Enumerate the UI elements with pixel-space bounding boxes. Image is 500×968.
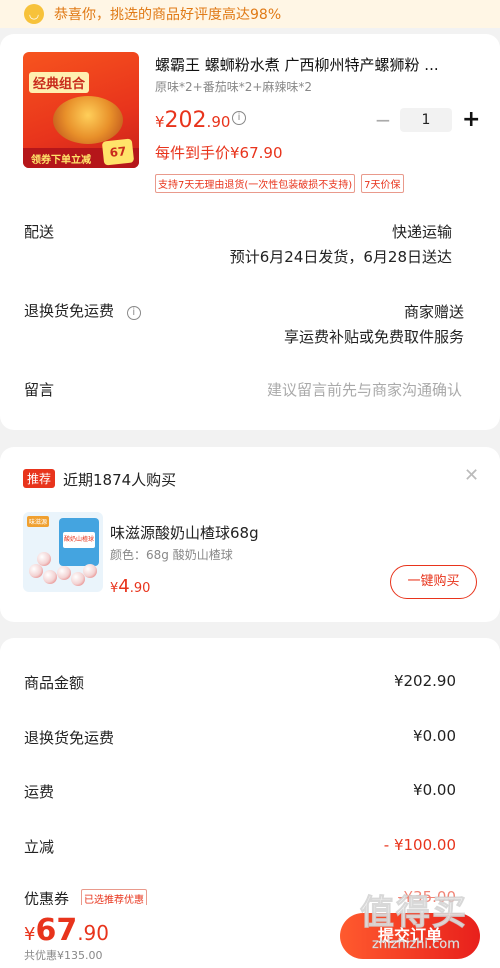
order-item-card: 经典组合 领券下单立减 67 螺霸王 螺蛳粉水煮 广西柳州特产螺狮粉 ... 原… (0, 34, 500, 430)
quantity-stepper: − 1 + (374, 107, 481, 132)
recommend-card: 推荐 近期1874人购买 ✕ 味滋源 酸奶山楂球 味滋源酸奶山楂球68g 颜色：… (0, 447, 500, 622)
hawthorn-ball (57, 566, 71, 580)
return-shipping-label: 退换货免运费 i (24, 300, 141, 321)
recommend-item-name[interactable]: 味滋源酸奶山楂球68g (110, 522, 259, 543)
quantity-value[interactable]: 1 (400, 107, 452, 132)
brand-label: 味滋源 (27, 516, 50, 527)
score-banner: ◡ 恭喜你，挑选的商品好评度高达98% (0, 0, 500, 28)
message-input[interactable]: 建议留言前先与商家沟通确认 (267, 379, 462, 400)
info-icon[interactable]: i (126, 306, 141, 320)
submit-order-button[interactable]: 提交订单 (340, 913, 480, 959)
noodle-bowl-graphic (53, 96, 123, 144)
summary-value: ¥202.90 (393, 672, 456, 690)
final-unit-price: 每件到手价¥67.90 (155, 144, 283, 162)
close-icon[interactable]: ✕ (464, 465, 479, 486)
recommend-item-image[interactable]: 味滋源 酸奶山楂球 (23, 512, 103, 592)
delivery-label: 配送 (24, 223, 55, 241)
hawthorn-ball (37, 552, 51, 566)
product-image-tag: 经典组合 (29, 72, 90, 93)
summary-label: 运费 (24, 783, 55, 801)
product-spec[interactable]: 原味*2+番茄味*2+麻辣味*2 (155, 78, 312, 95)
plus-icon[interactable]: + (462, 107, 480, 132)
return-policy-tag: 支持7天无理由退货(一次性包装破损不支持) (155, 174, 356, 193)
package-graphic: 酸奶山楂球 (59, 518, 99, 566)
summary-value: ¥0.00 (413, 781, 456, 799)
delivery-estimate: 预计6月24日发货，6月28日送达 (229, 248, 452, 266)
summary-label: 商品金额 (24, 674, 85, 692)
quick-buy-button[interactable]: 一键购买 (390, 565, 477, 599)
checkout-bar: ¥67.90 共优惠¥135.00 提交订单 (0, 905, 500, 968)
total-saved: 共优惠¥135.00 (24, 949, 103, 962)
product-image-price-badge: 67 (101, 138, 135, 166)
delivery-method[interactable]: 快递运输 (392, 221, 452, 242)
product-price: ¥202.90 (155, 108, 231, 133)
hawthorn-ball (29, 564, 43, 578)
banner-text: 恭喜你，挑选的商品好评度高达98% (54, 7, 282, 23)
coupon-value[interactable]: -¥35.00 (398, 888, 456, 906)
smile-icon: ◡ (24, 4, 44, 24)
product-image[interactable]: 经典组合 领券下单立减 67 (23, 52, 139, 168)
price-protect-tag: 7天价保 (361, 174, 404, 193)
price-summary-card: 商品金额 ¥202.90 退换货免运费 ¥0.00 运费 ¥0.00 立减 - … (0, 638, 500, 928)
minus-icon[interactable]: − (374, 108, 392, 132)
product-title[interactable]: 螺霸王 螺蛳粉水煮 广西柳州特产螺狮粉 ... (155, 54, 477, 75)
return-shipping-value: 商家赠送 (403, 303, 464, 321)
summary-label: 立减 (24, 838, 55, 856)
hawthorn-ball (83, 564, 97, 578)
summary-label: 退换货免运费 (24, 729, 115, 747)
return-shipping-desc: 享运费补贴或免费取件服务 (283, 328, 464, 346)
recommend-badge: 推荐 (23, 469, 56, 488)
discount-value: - ¥100.00 (383, 836, 456, 854)
message-label: 留言 (24, 381, 55, 399)
recommend-title: 近期1874人购买 (63, 471, 177, 489)
hawthorn-ball (43, 570, 57, 584)
recommend-item-spec: 颜色：68g 酸奶山楂球 (110, 548, 233, 562)
total-price: ¥67.90 (24, 913, 110, 948)
summary-value: ¥0.00 (413, 727, 456, 745)
recommend-item-price: ¥4.90 (110, 576, 151, 597)
service-tags: 支持7天无理由退货(一次性包装破损不支持) 7天价保 (155, 174, 404, 193)
info-icon[interactable]: i (232, 111, 246, 125)
